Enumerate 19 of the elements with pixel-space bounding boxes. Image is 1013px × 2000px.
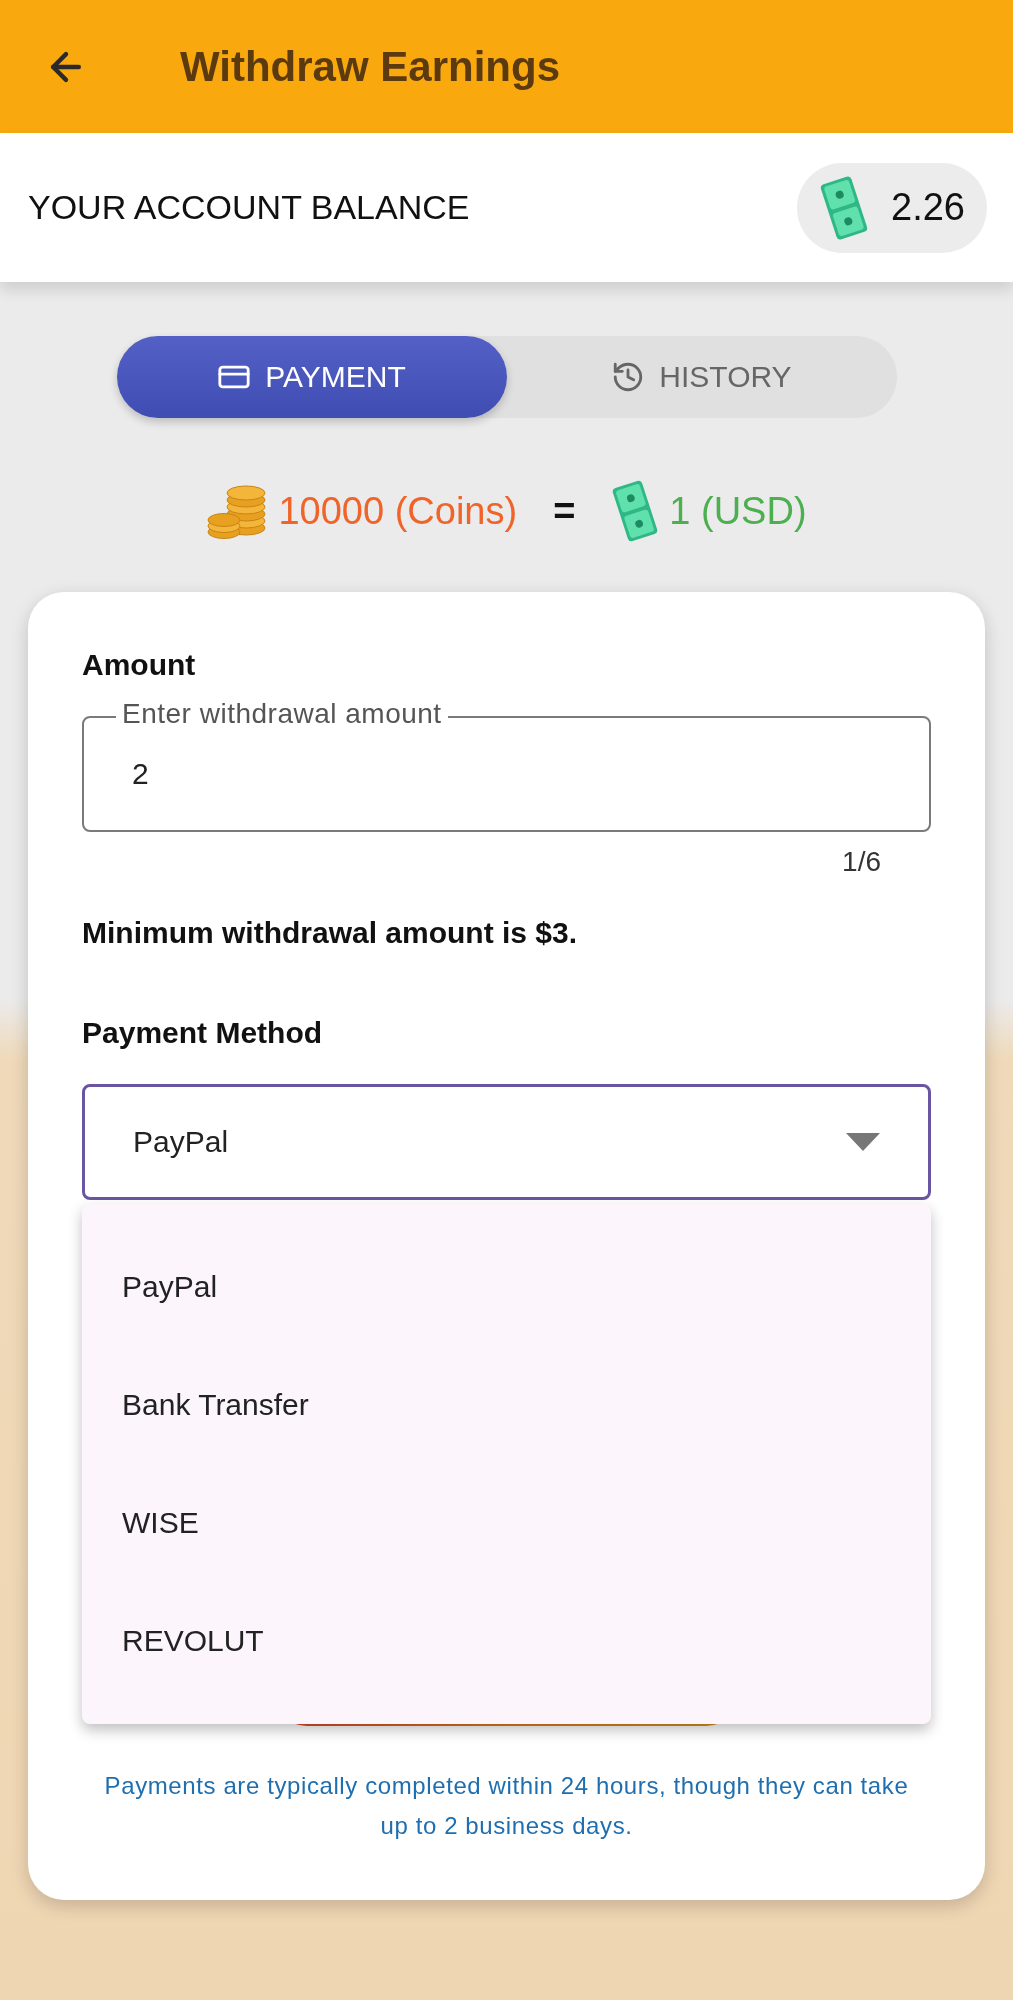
payment-method-label: Payment Method [82,1016,324,1050]
menu-option[interactable]: Bank Transfer [82,1346,931,1464]
dropdown-arrow-icon [846,1133,880,1151]
balance-amount: 2.26 [891,186,965,229]
screen-title: Withdraw Earnings [180,42,560,91]
minimum-note: Minimum withdrawal amount is $3. [82,916,579,950]
equals-sign: = [553,489,576,533]
footer-note: Payments are typically completed within 24 hours, though they can take up to 2 business days. [103,1771,910,1841]
amount-label: Amount [82,648,197,682]
payment-method-select[interactable]: PayPal [82,1084,931,1200]
coins-rate: 10000 (Coins) [278,489,518,533]
tab[interactable]: HISTORY [506,336,897,418]
usd-rate: 1 (USD) [669,489,807,533]
tab[interactable]: PAYMENT [116,336,507,418]
character-counter: 1/6 [841,846,882,878]
balance-label: YOUR ACCOUNT BALANCE [28,188,470,227]
menu-option[interactable]: REVOLUT [82,1582,931,1700]
menu-option[interactable]: PayPal [82,1228,931,1346]
menu-option[interactable]: WISE [82,1464,931,1582]
